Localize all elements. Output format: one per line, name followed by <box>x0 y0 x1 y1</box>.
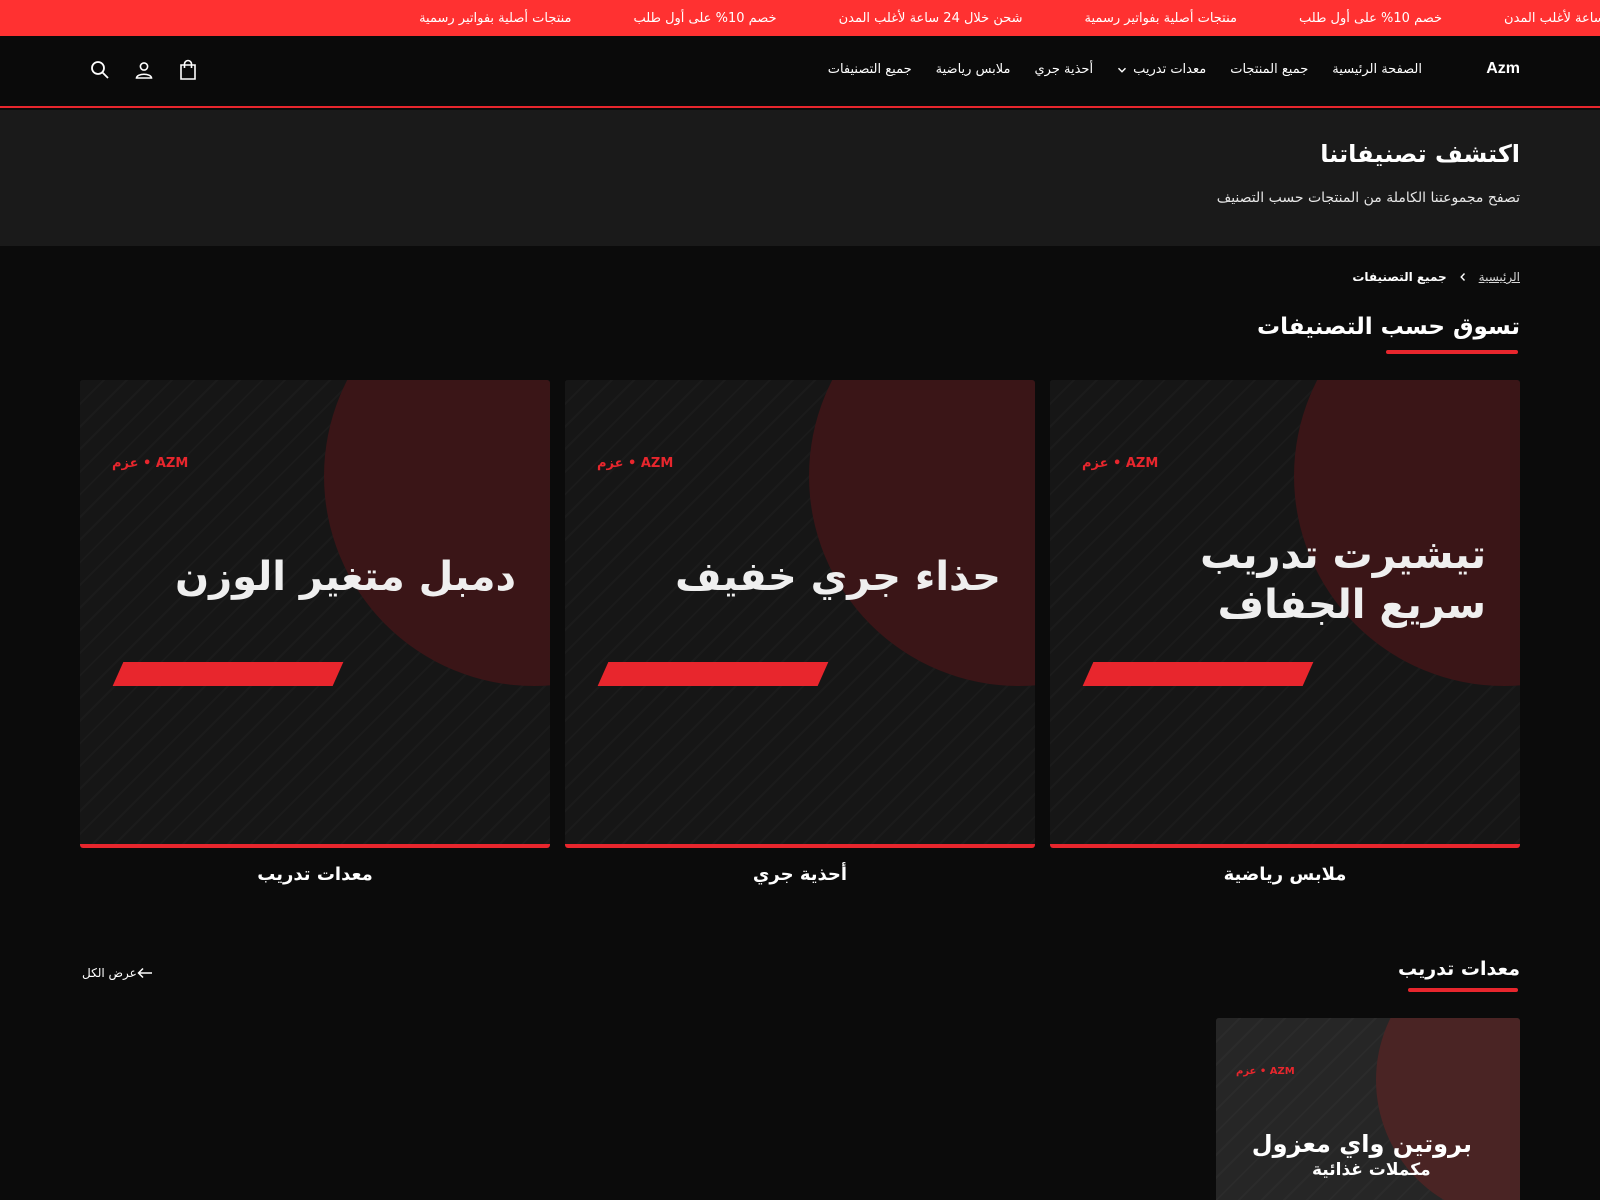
breadcrumb-current: جميع التصنيفات <box>1352 270 1447 284</box>
card-image-text: دمبل متغير الوزن <box>174 554 516 600</box>
card-image-text: حذاء جري خفيف <box>675 554 1001 600</box>
nav-item-all-categories[interactable]: جميع التصنيفات <box>828 62 912 77</box>
main-nav: الصفحة الرئيسية جميع المنتجات معدات تدري… <box>804 62 1422 77</box>
breadcrumb-home-link[interactable]: الرئيسية <box>1479 270 1520 284</box>
announcement-item: منتجات أصلية بفواتير رسمية <box>1084 10 1237 26</box>
announcement-track: شحن خلال 24 ساعة لأغلب المدن خصم 10% على… <box>357 0 1600 36</box>
product-card[interactable]: AZM • عزم بروتين واي معزول مكملات غذائية <box>1216 1018 1520 1200</box>
category-card-training-equipment[interactable]: AZM • عزم دمبل متغير الوزن <box>80 380 550 848</box>
site-header: Azm الصفحة الرئيسية جميع المنتجات معدات … <box>0 36 1600 108</box>
view-all-link[interactable]: عرض الكل <box>82 966 163 980</box>
breadcrumb: الرئيسية جميع التصنيفات <box>1352 270 1520 284</box>
category-card-running-shoes[interactable]: AZM • عزم حذاء جري خفيف <box>565 380 1035 848</box>
site-logo[interactable]: Azm <box>1486 60 1520 78</box>
product-image-subtext: مكملات غذائية <box>1312 1160 1431 1180</box>
view-all-label: عرض الكل <box>82 966 137 980</box>
announcement-item: منتجات أصلية بفواتير رسمية <box>419 10 572 26</box>
announcement-item: شحن خلال 24 ساعة لأغلب المدن <box>838 10 1023 26</box>
chevron-down-icon <box>1117 65 1127 75</box>
page-title: اكتشف تصنيفاتنا <box>1320 140 1520 168</box>
category-label[interactable]: معدات تدريب <box>80 864 550 885</box>
announcement-item: شحن خلال 24 ساعة لأغلب المدن <box>1504 10 1600 26</box>
section-underline <box>1386 350 1518 354</box>
card-brand: AZM • عزم <box>1236 1066 1295 1077</box>
card-brand: AZM • عزم <box>597 456 674 471</box>
categories-section-title: تسوق حسب التصنيفات <box>1256 314 1520 340</box>
arrow-left-icon <box>137 967 153 979</box>
nav-item-training-equipment[interactable]: معدات تدريب <box>1117 62 1206 77</box>
nav-item-home[interactable]: الصفحة الرئيسية <box>1332 62 1422 77</box>
cart-icon[interactable] <box>176 58 200 82</box>
nav-item-sportswear[interactable]: ملابس رياضية <box>936 62 1011 77</box>
category-label[interactable]: ملابس رياضية <box>1050 864 1520 885</box>
section-underline <box>1408 988 1518 992</box>
nav-item-label: معدات تدريب <box>1133 62 1207 77</box>
page-subtitle: تصفح مجموعتنا الكاملة من المنتجات حسب ال… <box>1216 190 1520 206</box>
card-accent-bar <box>597 662 829 686</box>
nav-item-running-shoes[interactable]: أحذية جري <box>1035 62 1094 77</box>
card-accent-bar <box>1082 662 1314 686</box>
category-grid: AZM • عزم تيشيرت تدريب سريع الجفاف ملابس… <box>80 380 1520 900</box>
account-icon[interactable] <box>132 58 156 82</box>
card-brand: AZM • عزم <box>1082 456 1159 471</box>
search-icon[interactable] <box>88 58 112 82</box>
announcement-item: خصم 10% على أول طلب <box>633 10 777 26</box>
training-section-title: معدات تدريب <box>1398 958 1520 980</box>
category-label[interactable]: أحذية جري <box>565 864 1035 885</box>
announcement-item: خصم 10% على أول طلب <box>1299 10 1443 26</box>
announcement-bar: شحن خلال 24 ساعة لأغلب المدن خصم 10% على… <box>0 0 1600 36</box>
card-accent-bar <box>112 662 344 686</box>
card-brand: AZM • عزم <box>112 456 189 471</box>
card-image-text: تيشيرت تدريب سريع الجفاف <box>1200 532 1486 628</box>
page-hero: اكتشف تصنيفاتنا تصفح مجموعتنا الكاملة من… <box>0 110 1600 246</box>
nav-item-all-products[interactable]: جميع المنتجات <box>1230 62 1308 77</box>
product-image-text: بروتين واي معزول <box>1251 1130 1472 1158</box>
category-card-sportswear[interactable]: AZM • عزم تيشيرت تدريب سريع الجفاف <box>1050 380 1520 848</box>
header-icons <box>88 58 200 82</box>
chevron-left-icon <box>1459 272 1467 282</box>
